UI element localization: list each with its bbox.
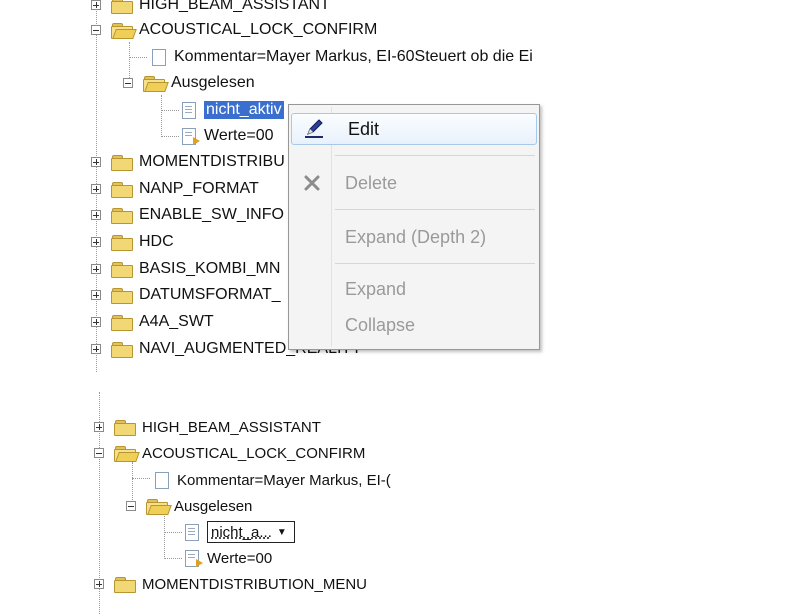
- tree-item-label: Werte=00: [207, 549, 273, 567]
- document-icon: [155, 471, 169, 489]
- tree-item[interactable]: HDC: [91, 229, 174, 255]
- tree-item-label: MOMENTDISTRIBU: [139, 153, 285, 170]
- tree-view-top: HIGH_BEAM_ASSISTANT ACOUSTICAL_LOCK_CONF…: [0, 0, 800, 372]
- tree-item-high-beam[interactable]: HIGH_BEAM_ASSISTANT: [94, 414, 321, 440]
- tree-item-high-beam[interactable]: HIGH_BEAM_ASSISTANT: [91, 0, 330, 18]
- tree-item-label: NANP_FORMAT: [139, 180, 259, 197]
- menu-item-collapse[interactable]: Collapse: [289, 309, 539, 341]
- tree-item-nicht-aktiv[interactable]: nicht_aktiv: [182, 97, 284, 123]
- tree-item-werte[interactable]: Werte=00: [185, 545, 272, 571]
- menu-item-edit[interactable]: Edit: [291, 113, 537, 145]
- tree-item-ausgelesen[interactable]: Ausgelesen: [123, 70, 255, 96]
- tree-item-nicht-aktiv-editing[interactable]: nicht_a... ▼: [185, 519, 295, 545]
- folder-open-icon: [114, 445, 140, 462]
- pen-icon: [305, 119, 323, 138]
- expand-toggle[interactable]: [91, 210, 101, 220]
- tree-item-acoustical[interactable]: ACOUSTICAL_LOCK_CONFIRM: [91, 17, 377, 43]
- folder-icon: [114, 576, 136, 593]
- tree-item-moment[interactable]: MOMENTDISTRIBUTION_MENU: [94, 571, 367, 597]
- tree-item[interactable]: NANP_FORMAT: [91, 176, 259, 202]
- tree-item-label: BASIS_KOMBI_MN: [139, 260, 281, 277]
- tree-item-label: Kommentar=Mayer Markus, EI-60Steuert ob …: [174, 48, 533, 65]
- chevron-down-icon[interactable]: ▼: [272, 527, 292, 538]
- tree-item-label: ACOUSTICAL_LOCK_CONFIRM: [142, 444, 366, 462]
- expand-toggle[interactable]: [91, 157, 101, 167]
- document-arrow-icon: [185, 549, 203, 567]
- folder-open-icon: [111, 22, 137, 39]
- inplace-value-dropdown[interactable]: nicht_a... ▼: [207, 521, 295, 543]
- tree-item-label: HIGH_BEAM_ASSISTANT: [139, 0, 330, 13]
- expand-toggle[interactable]: [94, 579, 104, 589]
- expand-toggle[interactable]: [91, 184, 101, 194]
- folder-icon: [111, 207, 133, 224]
- document-icon: [182, 101, 196, 119]
- collapse-toggle[interactable]: [123, 78, 133, 88]
- menu-item-label: Collapse: [345, 314, 416, 335]
- folder-open-icon: [146, 498, 172, 515]
- expand-toggle[interactable]: [91, 317, 101, 327]
- folder-icon: [111, 154, 133, 171]
- tree-item-label: HDC: [139, 233, 174, 250]
- menu-item-expand[interactable]: Expand: [289, 273, 539, 305]
- tree-item[interactable]: MOMENTDISTRIBU: [91, 149, 285, 175]
- expand-toggle[interactable]: [91, 0, 101, 10]
- folder-icon: [111, 287, 133, 304]
- tree-item-label: A4A_SWT: [139, 313, 214, 330]
- folder-icon: [111, 261, 133, 278]
- folder-icon: [114, 419, 136, 436]
- context-menu: Edit Delete Expand (Depth 2) Expand Coll…: [288, 104, 540, 350]
- menu-item-expand-depth[interactable]: Expand (Depth 2): [289, 221, 539, 253]
- x-icon: [304, 175, 320, 191]
- document-icon: [152, 48, 166, 66]
- tree-item-kommentar[interactable]: Kommentar=Mayer Markus, EI-(: [155, 467, 391, 493]
- expand-toggle[interactable]: [91, 264, 101, 274]
- tree-item-kommentar[interactable]: Kommentar=Mayer Markus, EI-60Steuert ob …: [152, 44, 533, 70]
- dropdown-value: nicht_a...: [211, 523, 272, 541]
- tree-item[interactable]: ENABLE_SW_INFO: [91, 202, 284, 228]
- folder-icon: [111, 181, 133, 198]
- collapse-toggle[interactable]: [91, 25, 101, 35]
- document-arrow-icon: [182, 127, 200, 145]
- expand-toggle[interactable]: [94, 422, 104, 432]
- menu-item-label: Delete: [345, 172, 398, 193]
- expand-toggle[interactable]: [91, 290, 101, 300]
- tree-item-label: MOMENTDISTRIBUTION_MENU: [142, 575, 367, 593]
- folder-icon: [111, 314, 133, 331]
- menu-item-label: Edit: [348, 118, 380, 139]
- folder-icon: [111, 234, 133, 251]
- tree-item-werte[interactable]: Werte=00: [182, 123, 274, 149]
- tree-item-label: DATUMSFORMAT_: [139, 286, 281, 303]
- tree-view-bottom: HIGH_BEAM_ASSISTANT ACOUSTICAL_LOCK_CONF…: [0, 392, 800, 614]
- tree-item-label: ACOUSTICAL_LOCK_CONFIRM: [139, 21, 378, 38]
- folder-icon: [111, 341, 133, 358]
- folder-open-icon: [143, 75, 169, 92]
- tree-item-label: Ausgelesen: [174, 497, 253, 515]
- tree-item-label: Kommentar=Mayer Markus, EI-(: [177, 471, 391, 489]
- tree-item[interactable]: A4A_SWT: [91, 309, 214, 335]
- tree-item[interactable]: BASIS_KOMBI_MN: [91, 256, 280, 282]
- tree-item-acoustical[interactable]: ACOUSTICAL_LOCK_CONFIRM: [94, 440, 365, 466]
- tree-item-label: Werte=00: [204, 127, 274, 144]
- expand-toggle[interactable]: [91, 344, 101, 354]
- collapse-toggle[interactable]: [94, 448, 104, 458]
- tree-item-label: Ausgelesen: [171, 74, 255, 91]
- document-icon: [185, 523, 199, 541]
- collapse-toggle[interactable]: [126, 501, 136, 511]
- tree-item-ausgelesen[interactable]: Ausgelesen: [126, 493, 252, 519]
- tree-item-label: ENABLE_SW_INFO: [139, 206, 284, 223]
- tree-item-label: HIGH_BEAM_ASSISTANT: [142, 418, 321, 436]
- folder-icon: [111, 0, 133, 14]
- tree-item[interactable]: DATUMSFORMAT_: [91, 282, 281, 308]
- expand-toggle[interactable]: [91, 237, 101, 247]
- menu-item-label: Expand: [345, 278, 407, 299]
- menu-item-delete[interactable]: Delete: [289, 167, 539, 199]
- tree-item-label-selected: nicht_aktiv: [204, 101, 284, 119]
- menu-item-label: Expand (Depth 2): [345, 226, 487, 247]
